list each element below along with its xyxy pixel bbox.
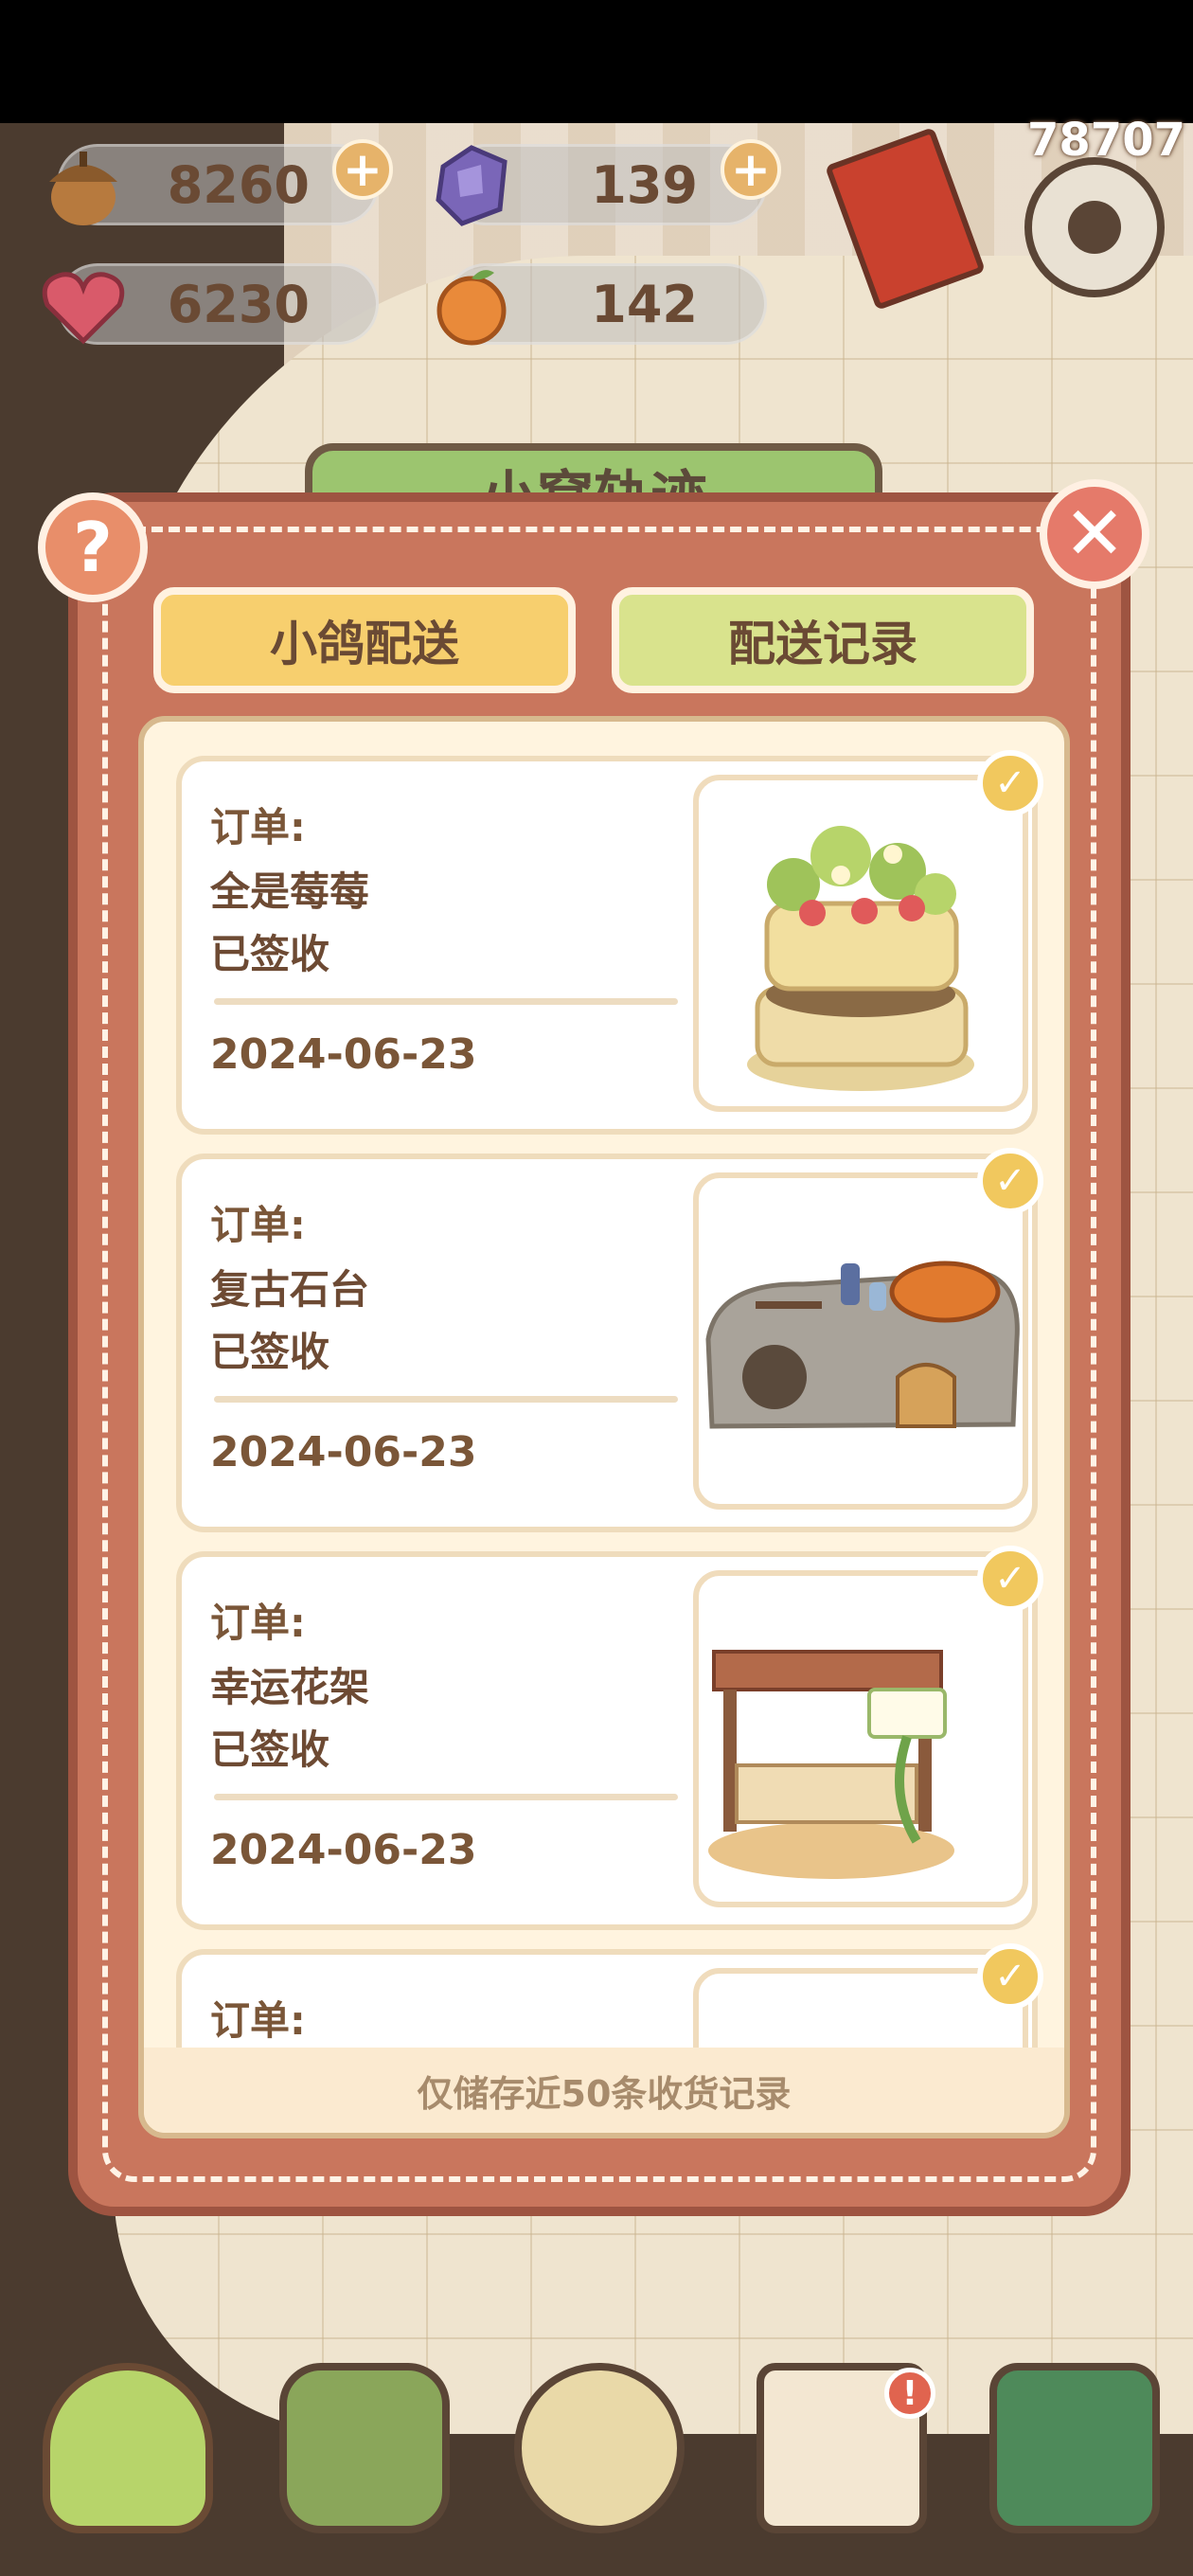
nav-home[interactable] bbox=[28, 2349, 227, 2548]
order-date: 2024-06-23 bbox=[210, 1826, 477, 1874]
gem-value: 139 bbox=[591, 154, 698, 215]
item-thumbnail bbox=[693, 1172, 1028, 1510]
heart-counter: 6230 bbox=[42, 263, 379, 345]
map-icon bbox=[989, 2363, 1160, 2533]
order-label: 订单: bbox=[210, 804, 306, 850]
order-label: 订单: bbox=[210, 1600, 306, 1646]
orange-icon bbox=[419, 253, 524, 357]
heart-icon bbox=[31, 253, 135, 357]
order-status: 已签收 bbox=[210, 1726, 330, 1773]
stone-stove-icon bbox=[705, 1261, 1020, 1429]
order-label: 订单: bbox=[210, 1997, 306, 2044]
order-date: 2024-06-23 bbox=[210, 1030, 477, 1079]
item-thumbnail bbox=[693, 775, 1028, 1112]
order-list[interactable]: 订单: 全是莓莓 已签收 2024-06-23 ✓ 订单: 复古石台 已签收 2… bbox=[138, 716, 1070, 2138]
order-status: 已签收 bbox=[210, 1329, 330, 1375]
divider bbox=[214, 1794, 678, 1800]
orange-value: 142 bbox=[591, 274, 698, 334]
order-name: 幸运花架 bbox=[210, 1664, 370, 1710]
strawberry-basket-icon bbox=[747, 826, 974, 1091]
order-card[interactable]: 订单: 幸运花架 已签收 2024-06-23 ✓ bbox=[176, 1546, 1043, 1930]
acorn-value: 8260 bbox=[167, 154, 310, 215]
add-gem-button[interactable]: + bbox=[721, 139, 781, 200]
received-check-icon: ✓ bbox=[977, 1943, 1043, 2010]
received-check-icon: ✓ bbox=[977, 750, 1043, 816]
order-label: 订单: bbox=[210, 1202, 306, 1248]
gem-counter: 139 + bbox=[436, 139, 781, 226]
acorn-counter: 8260 + bbox=[49, 139, 393, 225]
orange-counter: 142 bbox=[436, 263, 767, 346]
home-icon bbox=[43, 2363, 213, 2533]
acorn-icon bbox=[31, 134, 135, 238]
nav-gacha[interactable] bbox=[500, 2349, 699, 2548]
nav-mail[interactable] bbox=[265, 2349, 464, 2548]
nav-map[interactable] bbox=[975, 2349, 1174, 2548]
settings-gear-icon[interactable] bbox=[1024, 157, 1165, 297]
close-button[interactable]: ✕ bbox=[1040, 479, 1149, 589]
order-card[interactable]: 订单: 全是莓莓 已签收 2024-06-23 ✓ bbox=[176, 750, 1043, 1135]
gacha-icon bbox=[514, 2363, 685, 2533]
add-acorn-button[interactable]: + bbox=[332, 139, 393, 200]
tab-delivery-records[interactable]: 配送记录 bbox=[612, 587, 1034, 693]
order-date: 2024-06-23 bbox=[210, 1428, 477, 1476]
order-status: 已签收 bbox=[210, 931, 330, 977]
mail-icon bbox=[279, 2363, 450, 2533]
order-name: 复古石台 bbox=[210, 1266, 370, 1313]
divider bbox=[214, 998, 678, 1005]
heart-value: 6230 bbox=[167, 274, 310, 334]
storage-limit-note: 仅储存近50条收货记录 bbox=[144, 2048, 1064, 2133]
received-check-icon: ✓ bbox=[977, 1148, 1043, 1214]
help-button[interactable]: ? bbox=[38, 492, 148, 602]
tab-pigeon-delivery[interactable]: 小鸽配送 bbox=[153, 587, 576, 693]
order-name: 全是莓莓 bbox=[210, 868, 370, 915]
gem-icon bbox=[419, 134, 524, 238]
item-thumbnail bbox=[693, 1570, 1028, 1907]
tasks-alert-badge: ! bbox=[884, 2368, 935, 2419]
order-card[interactable]: 订单: 复古石台 已签收 2024-06-23 ✓ bbox=[176, 1148, 1043, 1532]
flower-stand-icon bbox=[708, 1650, 954, 1879]
nav-tasks[interactable]: ! bbox=[742, 2349, 941, 2548]
received-check-icon: ✓ bbox=[977, 1546, 1043, 1612]
divider bbox=[214, 1396, 678, 1403]
